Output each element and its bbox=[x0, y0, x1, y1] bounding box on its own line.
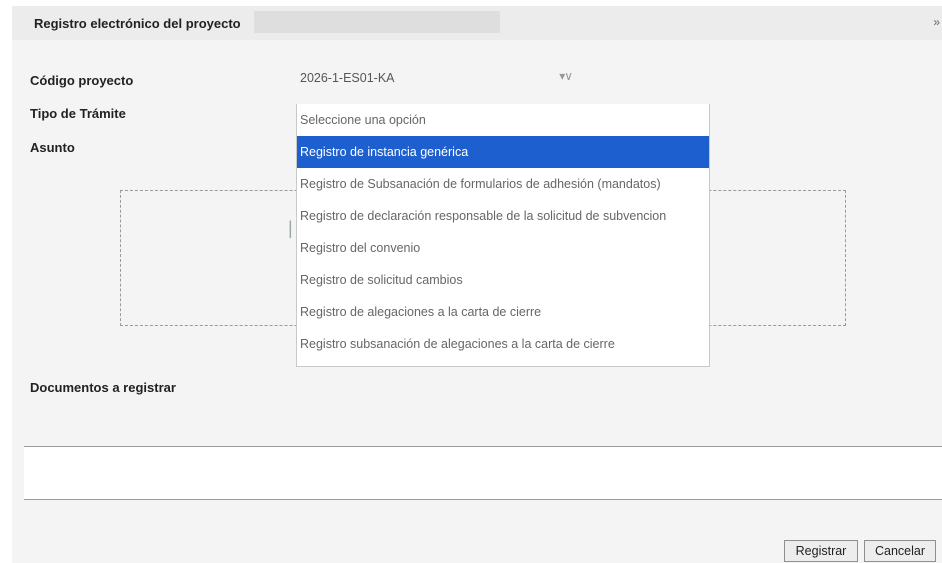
tipo-tramite-label: Tipo de Trámite bbox=[30, 106, 126, 121]
double-chevron-right-icon[interactable]: » bbox=[933, 15, 940, 29]
registro-dialog: Registro electrónico del proyecto » Códi… bbox=[12, 6, 942, 563]
dropdown-option[interactable]: Registro de solicitud cambios bbox=[297, 264, 709, 296]
dialog-titlebar: Registro electrónico del proyecto » bbox=[12, 6, 942, 40]
documentos-area[interactable] bbox=[24, 446, 942, 500]
asunto-label: Asunto bbox=[30, 140, 75, 155]
redacted-project-name bbox=[254, 11, 500, 33]
dropdown-option[interactable]: Registro del convenio bbox=[297, 232, 709, 264]
dropdown-option[interactable]: Registro subsanación de alegaciones a la… bbox=[297, 328, 709, 360]
codigo-proyecto-select[interactable]: 2026-1-ES01-KA ▾∨ bbox=[296, 66, 576, 90]
chevron-down-icon: ▾∨ bbox=[559, 69, 573, 83]
cancelar-button[interactable]: Cancelar bbox=[864, 540, 936, 562]
codigo-proyecto-value: 2026-1-ES01-KA bbox=[300, 71, 395, 85]
dropdown-option-selected[interactable]: Registro de instancia genérica bbox=[297, 136, 709, 168]
documentos-label: Documentos a registrar bbox=[30, 380, 176, 395]
dropdown-option[interactable]: Registro de declaración responsable de l… bbox=[297, 200, 709, 232]
tipo-tramite-dropdown[interactable]: Seleccione una opción Registro de instan… bbox=[296, 104, 710, 367]
dropdown-option[interactable]: Registro de Subsanación de formularios d… bbox=[297, 168, 709, 200]
codigo-proyecto-label: Código proyecto bbox=[30, 73, 134, 88]
dropdown-option[interactable]: Registro de alegaciones a la carta de ci… bbox=[297, 296, 709, 328]
registrar-button[interactable]: Registrar bbox=[784, 540, 858, 562]
dropdown-option[interactable]: Seleccione una opción bbox=[297, 104, 709, 136]
dialog-title: Registro electrónico del proyecto bbox=[34, 16, 241, 31]
text-cursor-icon: | bbox=[288, 218, 293, 238]
